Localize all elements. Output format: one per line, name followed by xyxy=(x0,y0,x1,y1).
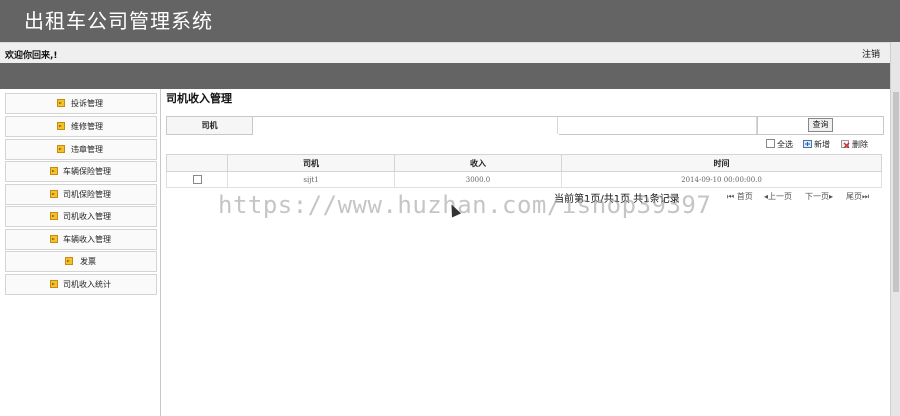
driver-search-input[interactable] xyxy=(253,117,559,135)
sidebar-item-label: 违章管理 xyxy=(71,145,103,154)
last-page-label: 尾页 xyxy=(846,192,862,201)
prev-page-label: 上一页 xyxy=(768,192,793,201)
first-page-label: 首页 xyxy=(736,192,753,201)
select-all-label: 全选 xyxy=(777,140,793,149)
next-page-label: 下一页 xyxy=(805,192,829,201)
arrow-icon xyxy=(57,145,65,153)
delete-label: 删除 xyxy=(852,140,868,149)
add-label: 新增 xyxy=(814,140,830,149)
watermark: https://www.huzhan.com/ishop39397 xyxy=(218,191,712,219)
first-page-link[interactable]: ⏮ 首页 xyxy=(727,191,753,202)
table-row: sijt1 3000.0 2014-09-10 00:00:00.0 xyxy=(166,171,882,188)
arrow-icon xyxy=(50,235,58,243)
sidebar-item-label: 司机收入管理 xyxy=(63,212,111,221)
first-page-icon: ⏮ xyxy=(727,192,735,201)
add-button[interactable]: 新增 xyxy=(803,139,830,150)
sidebar-item-complaints[interactable]: 投诉管理 xyxy=(5,93,157,114)
sidebar-item-vehicle-income[interactable]: 车辆收入管理 xyxy=(5,229,157,250)
logout-link[interactable]: 注销 xyxy=(862,47,880,60)
sidebar-item-label: 司机收入统计 xyxy=(63,280,111,289)
query-button[interactable]: 查询 xyxy=(808,118,833,132)
sidebar-item-repairs[interactable]: 维修管理 xyxy=(5,116,157,137)
sidebar-item-label: 司机保险管理 xyxy=(63,190,111,199)
top-header: 出租车公司管理系统 xyxy=(0,0,900,42)
arrow-icon xyxy=(50,190,58,198)
sidebar-item-label: 车辆收入管理 xyxy=(63,235,111,244)
scrollbar-thumb[interactable] xyxy=(893,92,899,292)
search-spacer xyxy=(557,117,757,134)
welcome-text: 欢迎你回来,! xyxy=(5,51,58,61)
search-bar: 司机 查询 xyxy=(166,116,884,135)
sidebar-item-label: 车辆保险管理 xyxy=(63,167,111,176)
sidebar-item-driver-insurance[interactable]: 司机保险管理 xyxy=(5,184,157,205)
row-checkbox[interactable] xyxy=(192,175,202,184)
sidebar-item-driver-income-stats[interactable]: 司机收入统计 xyxy=(5,274,157,295)
next-page-icon: ▸ xyxy=(829,192,834,201)
column-header-driver: 司机 xyxy=(227,154,395,172)
delete-button[interactable]: 删除 xyxy=(841,139,868,150)
last-page-link[interactable]: 尾页⏭ xyxy=(846,191,869,202)
arrow-icon xyxy=(57,122,65,130)
driver-cell: sijt1 xyxy=(227,171,395,188)
arrow-icon xyxy=(65,257,73,265)
select-all-button[interactable]: 全选 xyxy=(766,139,793,150)
sidebar-item-label: 投诉管理 xyxy=(71,99,103,108)
page-title: 司机收入管理 xyxy=(166,92,232,105)
arrow-icon xyxy=(57,99,65,107)
checkbox-icon xyxy=(766,139,775,148)
header-band xyxy=(0,63,900,89)
income-cell: 3000.0 xyxy=(394,171,562,188)
column-header-income: 收入 xyxy=(394,154,562,172)
welcome-bar: 欢迎你回来,! 注销 xyxy=(0,42,890,64)
app-title: 出租车公司管理系统 xyxy=(24,9,213,33)
arrow-icon xyxy=(50,167,58,175)
sidebar: 投诉管理 维修管理 违章管理 车辆保险管理 司机保险管理 司机收入管理 车辆收入… xyxy=(0,89,161,416)
add-icon xyxy=(803,140,812,148)
arrow-icon xyxy=(50,280,58,288)
column-header-select xyxy=(166,154,228,172)
search-button-cell: 查询 xyxy=(757,117,884,134)
income-table: 司机 收入 时间 sijt1 3000.0 2014-09-10 00:00:0… xyxy=(166,154,882,188)
next-page-link[interactable]: 下一页▸ xyxy=(805,191,833,202)
search-label: 司机 xyxy=(167,117,253,134)
sidebar-item-driver-income[interactable]: 司机收入管理 xyxy=(5,206,157,227)
last-page-icon: ⏭ xyxy=(862,192,870,201)
delete-icon xyxy=(841,140,850,148)
sidebar-item-label: 发票 xyxy=(80,257,96,266)
prev-page-link[interactable]: ◂上一页 xyxy=(764,191,792,202)
column-header-time: 时间 xyxy=(561,154,882,172)
arrow-icon xyxy=(50,212,58,220)
time-cell: 2014-09-10 00:00:00.0 xyxy=(561,171,882,188)
row-checkbox-cell xyxy=(166,171,228,188)
table-header-row: 司机 收入 时间 xyxy=(166,154,882,172)
sidebar-item-invoice[interactable]: 发票 xyxy=(5,251,157,272)
sidebar-item-vehicle-insurance[interactable]: 车辆保险管理 xyxy=(5,161,157,182)
main-content: 司机收入管理 司机 查询 全选 新增 删除 司机 收入 时间 sijt1 300… xyxy=(160,89,890,416)
sidebar-item-label: 维修管理 xyxy=(71,122,103,131)
vertical-scrollbar[interactable] xyxy=(890,42,900,416)
sidebar-item-violations[interactable]: 违章管理 xyxy=(5,139,157,160)
